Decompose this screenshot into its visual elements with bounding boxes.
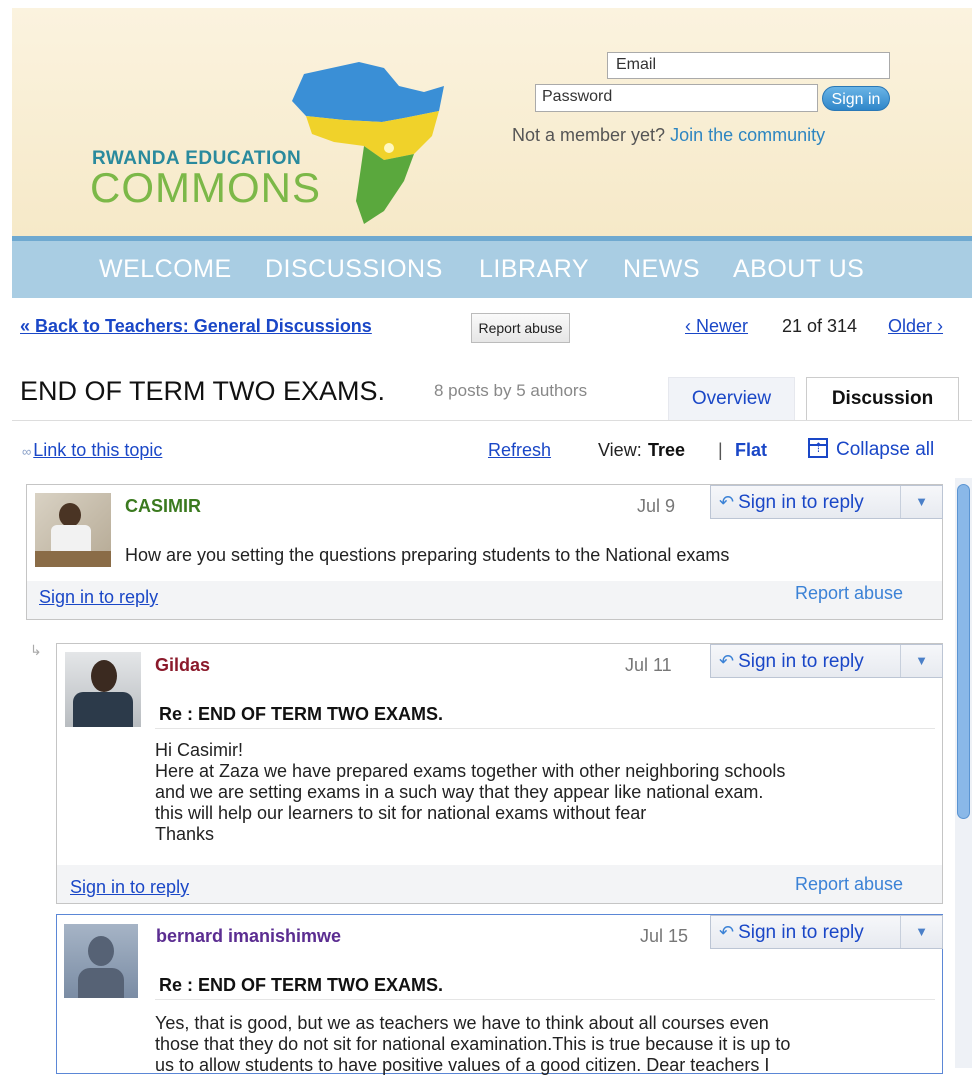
report-abuse-button[interactable]: Report abuse bbox=[471, 313, 570, 343]
password-placeholder: Password bbox=[542, 88, 613, 105]
join-prompt: Not a member yet? Join the community bbox=[512, 125, 825, 146]
topic-count: 21 of 314 bbox=[782, 316, 858, 336]
reply-button-label: Sign in to reply bbox=[738, 651, 864, 672]
post-author[interactable]: Gildas bbox=[155, 655, 210, 676]
post-gildas: Gildas Jul 11 ↶ Sign in to reply ▼ Re : E… bbox=[56, 643, 943, 904]
post-body-line: and we are setting exams in a such way t… bbox=[155, 782, 764, 802]
post-subject: Re : END OF TERM TWO EXAMS. bbox=[159, 975, 444, 995]
footer-report-abuse-link[interactable]: Report abuse bbox=[795, 583, 903, 604]
link-chain-icon: ∞ bbox=[22, 444, 32, 459]
view-flat-option[interactable]: Flat bbox=[735, 440, 767, 461]
refresh-link[interactable]: Refresh bbox=[488, 440, 551, 461]
post-body: Hi Casimir! Here at Zaza we have prepare… bbox=[155, 740, 785, 845]
post-menu-icon[interactable]: ▼ bbox=[900, 916, 942, 948]
avatar bbox=[35, 493, 111, 567]
post-body-line: those that they do not sit for national … bbox=[155, 1034, 791, 1054]
post-body-line: us to allow students to have positive va… bbox=[155, 1055, 770, 1075]
thread-indent-icon: ↳ bbox=[30, 642, 42, 658]
post-menu-icon[interactable]: ▼ bbox=[900, 486, 942, 518]
signin-button[interactable]: Sign in bbox=[822, 86, 890, 111]
older-link[interactable]: Older › bbox=[888, 316, 943, 337]
subject-divider bbox=[155, 728, 935, 729]
topic-title: END OF TERM TWO EXAMS. bbox=[20, 376, 386, 406]
back-to-group-link[interactable]: « Back to Teachers: General Discussions bbox=[20, 316, 372, 337]
sign-in-to-reply-button[interactable]: ↶ Sign in to reply ▼ bbox=[710, 485, 943, 519]
scrollbar-thumb[interactable] bbox=[957, 484, 970, 819]
collapse-icon bbox=[808, 438, 828, 458]
post-body: Yes, that is good, but we as teachers we… bbox=[155, 1013, 790, 1076]
post-body-line: Yes, that is good, but we as teachers we… bbox=[155, 1013, 769, 1033]
post-body-line: Hi Casimir! bbox=[155, 740, 243, 760]
avatar bbox=[64, 924, 138, 998]
view-label: View: bbox=[598, 440, 642, 460]
brand-line2: COMMONS bbox=[90, 164, 321, 211]
reply-arrow-icon: ↶ bbox=[719, 922, 735, 942]
post-date: Jul 15 bbox=[640, 926, 689, 946]
post-subject: Re : END OF TERM TWO EXAMS. bbox=[159, 704, 444, 724]
post-body: How are you setting the questions prepar… bbox=[125, 545, 730, 565]
tab-divider bbox=[12, 420, 972, 421]
main-nav: WELCOME DISCUSSIONS LIBRARY NEWS ABOUT U… bbox=[12, 236, 972, 298]
tab-discussion[interactable]: Discussion bbox=[806, 377, 959, 421]
avatar bbox=[65, 652, 141, 727]
topic-meta: 8 posts by 5 authors bbox=[434, 381, 588, 400]
post-date: Jul 9 bbox=[637, 496, 676, 516]
link-to-topic-label: Link to this topic bbox=[33, 440, 163, 460]
nav-news[interactable]: NEWS bbox=[623, 255, 700, 284]
reply-button-label: Sign in to reply bbox=[738, 922, 864, 943]
nav-discussions[interactable]: DISCUSSIONS bbox=[265, 255, 443, 284]
collapse-all-label: Collapse all bbox=[836, 439, 935, 460]
post-menu-icon[interactable]: ▼ bbox=[900, 645, 942, 677]
view-separator: | bbox=[718, 440, 723, 460]
email-placeholder: Email bbox=[616, 56, 657, 73]
link-to-topic[interactable]: ∞ Link to this topic bbox=[22, 440, 162, 461]
post-casimir: CASIMIR Jul 9 ↶ Sign in to reply ▼ How ar… bbox=[26, 484, 943, 620]
site-header: RWANDA EDUCATION COMMONS bbox=[12, 8, 972, 236]
footer-sign-in-reply-link[interactable]: Sign in to reply bbox=[70, 877, 189, 898]
reply-button-label: Sign in to reply bbox=[738, 492, 864, 513]
password-field[interactable]: Password bbox=[535, 84, 818, 112]
join-community-link[interactable]: Join the community bbox=[670, 125, 825, 145]
email-field[interactable]: Email bbox=[607, 52, 890, 79]
nav-library[interactable]: LIBRARY bbox=[479, 255, 589, 284]
post-bernard: bernard imanishimwe Jul 15 ↶ Sign in to r… bbox=[56, 914, 943, 1076]
post-author[interactable]: bernard imanishimwe bbox=[156, 926, 341, 947]
nav-about-us[interactable]: ABOUT US bbox=[733, 255, 864, 284]
footer-report-abuse-link[interactable]: Report abuse bbox=[795, 874, 903, 895]
view-tree-option[interactable]: Tree bbox=[648, 440, 685, 461]
reply-arrow-icon: ↶ bbox=[719, 651, 735, 671]
post-author[interactable]: CASIMIR bbox=[125, 496, 201, 517]
post-body-line: Thanks bbox=[155, 824, 215, 844]
subject-divider bbox=[155, 999, 935, 1000]
sign-in-to-reply-button[interactable]: ↶ Sign in to reply ▼ bbox=[710, 915, 943, 949]
footer-sign-in-reply-link[interactable]: Sign in to reply bbox=[39, 587, 158, 608]
not-member-text: Not a member yet? bbox=[512, 125, 666, 145]
nav-welcome[interactable]: WELCOME bbox=[99, 255, 232, 284]
tab-overview[interactable]: Overview bbox=[668, 377, 795, 421]
post-body-line: Here at Zaza we have prepared exams toge… bbox=[155, 761, 786, 781]
post-body-line: this will help our learners to sit for n… bbox=[155, 803, 647, 823]
reply-arrow-icon: ↶ bbox=[719, 492, 735, 512]
post-date: Jul 11 bbox=[625, 655, 672, 675]
collapse-all-button[interactable]: Collapse all bbox=[808, 438, 934, 461]
newer-link[interactable]: ‹ Newer bbox=[685, 316, 748, 337]
sign-in-to-reply-button[interactable]: ↶ Sign in to reply ▼ bbox=[710, 644, 943, 678]
